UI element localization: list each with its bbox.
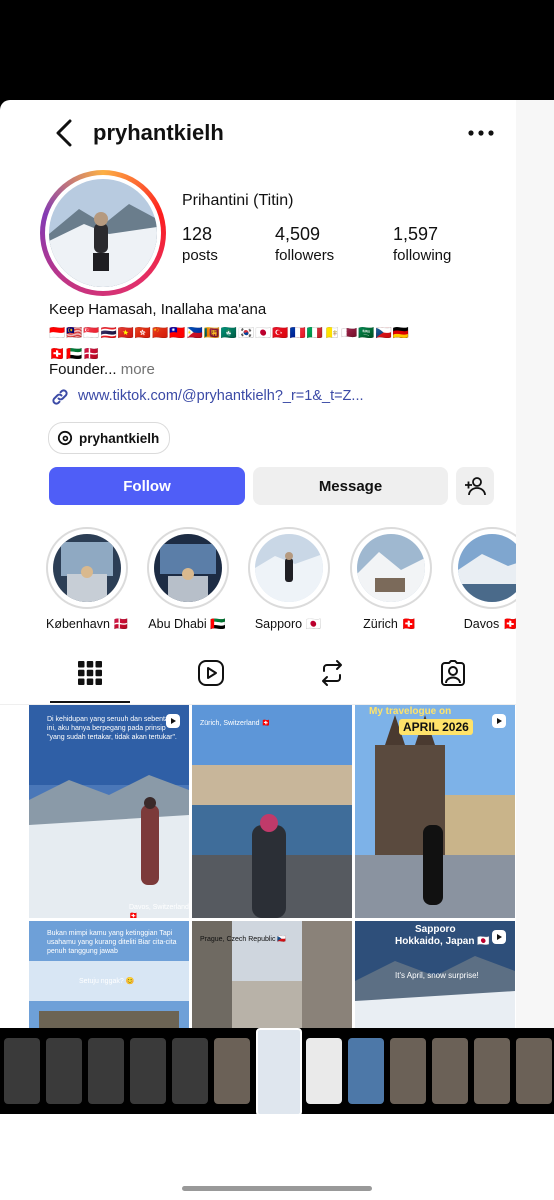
bio-founder: Founder... more bbox=[49, 361, 155, 378]
highlight-thumbnail bbox=[53, 534, 121, 602]
video-frame-strip[interactable] bbox=[0, 1028, 554, 1116]
posts-grid: Di kehidupan yang seruuh dan sebentar in… bbox=[29, 705, 516, 1134]
frame-thumbnail bbox=[390, 1038, 426, 1104]
suggest-user-button[interactable] bbox=[456, 467, 494, 505]
reel-icon bbox=[492, 714, 506, 728]
tab-tagged[interactable] bbox=[423, 644, 483, 702]
frame-thumbnail bbox=[46, 1038, 82, 1104]
more-options-icon[interactable] bbox=[468, 130, 494, 136]
frame-thumbnail bbox=[474, 1038, 510, 1104]
repost-icon bbox=[322, 660, 342, 686]
highlight-sapporo[interactable]: Sapporo 🇯🇵 bbox=[248, 527, 330, 632]
post-overlay-text: Bukan mimpi kamu yang ketinggian Tapi us… bbox=[47, 930, 177, 955]
highlight-zurich[interactable]: Zürich 🇨🇭 bbox=[350, 527, 432, 632]
founder-text: Founder... bbox=[49, 361, 117, 378]
post-overlay-text: APRIL 2026 bbox=[399, 719, 473, 735]
more-link[interactable]: more bbox=[121, 361, 155, 378]
post-overlay-text: It's April, snow surprise! bbox=[395, 971, 479, 980]
frame-thumbnail bbox=[516, 1038, 552, 1104]
reel-icon bbox=[492, 930, 506, 944]
stat-label: followers bbox=[275, 247, 335, 264]
stat-label: following bbox=[393, 247, 452, 264]
stat-value: 128 bbox=[182, 224, 213, 244]
bio-flags: 🇮🇩🇲🇾🇸🇬🇹🇭🇻🇳🇭🇰🇨🇳🇹🇼🇵🇭🇱🇰🇲🇴🇰🇷🇯🇵🇹🇷🇫🇷🇮🇹🇻🇦🇶🇦🇸🇦🇨🇿… bbox=[49, 322, 499, 364]
highlight-thumbnail bbox=[357, 534, 425, 602]
stat-label: posts bbox=[182, 247, 218, 264]
frame-thumbnail bbox=[4, 1038, 40, 1104]
stat-value: 1,597 bbox=[393, 224, 439, 244]
threads-icon bbox=[57, 430, 73, 446]
message-button[interactable]: Message bbox=[253, 467, 448, 505]
add-user-icon bbox=[465, 477, 486, 496]
frame-thumbnail-selected[interactable] bbox=[256, 1028, 302, 1116]
post-overlay-text: Di kehidupan yang seruuh dan sebentar in… bbox=[47, 716, 177, 741]
post-thumbnail[interactable]: My travelogue on APRIL 2026 bbox=[355, 705, 515, 918]
post-overlay-text: My travelogue on bbox=[369, 706, 452, 717]
full-name: Prihantini (Titin) bbox=[182, 192, 294, 209]
frame-thumbnail bbox=[306, 1038, 342, 1104]
avatar-story-ring[interactable] bbox=[40, 170, 166, 296]
following-count[interactable]: 1,597 following bbox=[393, 224, 451, 264]
grid-icon bbox=[78, 661, 102, 685]
highlight-label: Sapporo 🇯🇵 bbox=[254, 617, 322, 631]
reel-icon bbox=[166, 714, 180, 728]
follow-button[interactable]: Follow bbox=[49, 467, 245, 505]
highlight-thumbnail bbox=[255, 534, 323, 602]
highlight-kobenhavn[interactable]: København 🇩🇰 bbox=[46, 527, 129, 632]
followers-count[interactable]: 4,509 followers bbox=[275, 224, 334, 264]
back-arrow-icon[interactable] bbox=[52, 118, 78, 148]
content-tabs bbox=[0, 644, 516, 705]
post-overlay-text: Setuju nggak? 😊 bbox=[79, 978, 135, 985]
reels-icon bbox=[198, 660, 224, 686]
post-caption: Davos, Switzerland 🇨🇭 bbox=[129, 904, 189, 918]
highlight-abu-dhabi[interactable]: Abu Dhabi 🇦🇪 bbox=[147, 527, 229, 632]
post-thumbnail[interactable]: Zürich, Switzerland 🇨🇭 bbox=[192, 705, 352, 918]
posts-count[interactable]: 128 posts bbox=[182, 224, 218, 264]
threads-badge[interactable]: pryhantkielh bbox=[48, 422, 171, 454]
highlight-thumbnail bbox=[154, 534, 222, 602]
frame-thumbnail bbox=[130, 1038, 166, 1104]
frame-thumbnail bbox=[88, 1038, 124, 1104]
post-overlay-text: Sapporo bbox=[415, 924, 456, 935]
tab-grid[interactable] bbox=[60, 644, 120, 702]
bio-text: Keep Hamasah, Inallaha ma'ana bbox=[49, 301, 267, 318]
frame-thumbnail bbox=[214, 1038, 250, 1104]
flags-row: 🇮🇩🇲🇾🇸🇬🇹🇭🇻🇳🇭🇰🇨🇳🇹🇼🇵🇭🇱🇰🇲🇴🇰🇷🇯🇵🇹🇷🇫🇷🇮🇹🇻🇦🇶🇦🇸🇦🇨🇿… bbox=[49, 325, 410, 340]
active-tab-indicator bbox=[50, 701, 130, 703]
post-overlay-text: Hokkaido, Japan 🇯🇵 bbox=[395, 936, 490, 947]
profile-link[interactable]: www.tiktok.com/@pryhantkielh?_r=1&_t=Z..… bbox=[78, 388, 364, 404]
top-bar: pryhantkielh bbox=[0, 100, 516, 164]
frame-thumbnail bbox=[432, 1038, 468, 1104]
threads-handle: pryhantkielh bbox=[79, 430, 160, 446]
page-title: pryhantkielh bbox=[93, 120, 224, 145]
frame-thumbnail bbox=[348, 1038, 384, 1104]
stat-value: 4,509 bbox=[275, 224, 321, 244]
post-thumbnail[interactable]: Di kehidupan yang seruuh dan sebentar in… bbox=[29, 705, 189, 918]
frame-thumbnail bbox=[172, 1038, 208, 1104]
highlight-label: Zürich 🇨🇭 bbox=[363, 617, 417, 631]
tagged-user-icon bbox=[441, 660, 465, 686]
link-icon bbox=[52, 389, 68, 405]
post-overlay-text: Zürich, Switzerland 🇨🇭 bbox=[200, 720, 271, 727]
avatar[interactable] bbox=[49, 179, 157, 287]
highlight-label: København 🇩🇰 bbox=[46, 617, 129, 631]
tab-reels[interactable] bbox=[181, 644, 241, 702]
home-indicator[interactable] bbox=[182, 1186, 372, 1191]
tab-reposts[interactable] bbox=[302, 644, 362, 702]
highlight-label: Abu Dhabi 🇦🇪 bbox=[148, 617, 226, 631]
post-overlay-text: Prague, Czech Republic 🇨🇿 bbox=[200, 936, 287, 943]
